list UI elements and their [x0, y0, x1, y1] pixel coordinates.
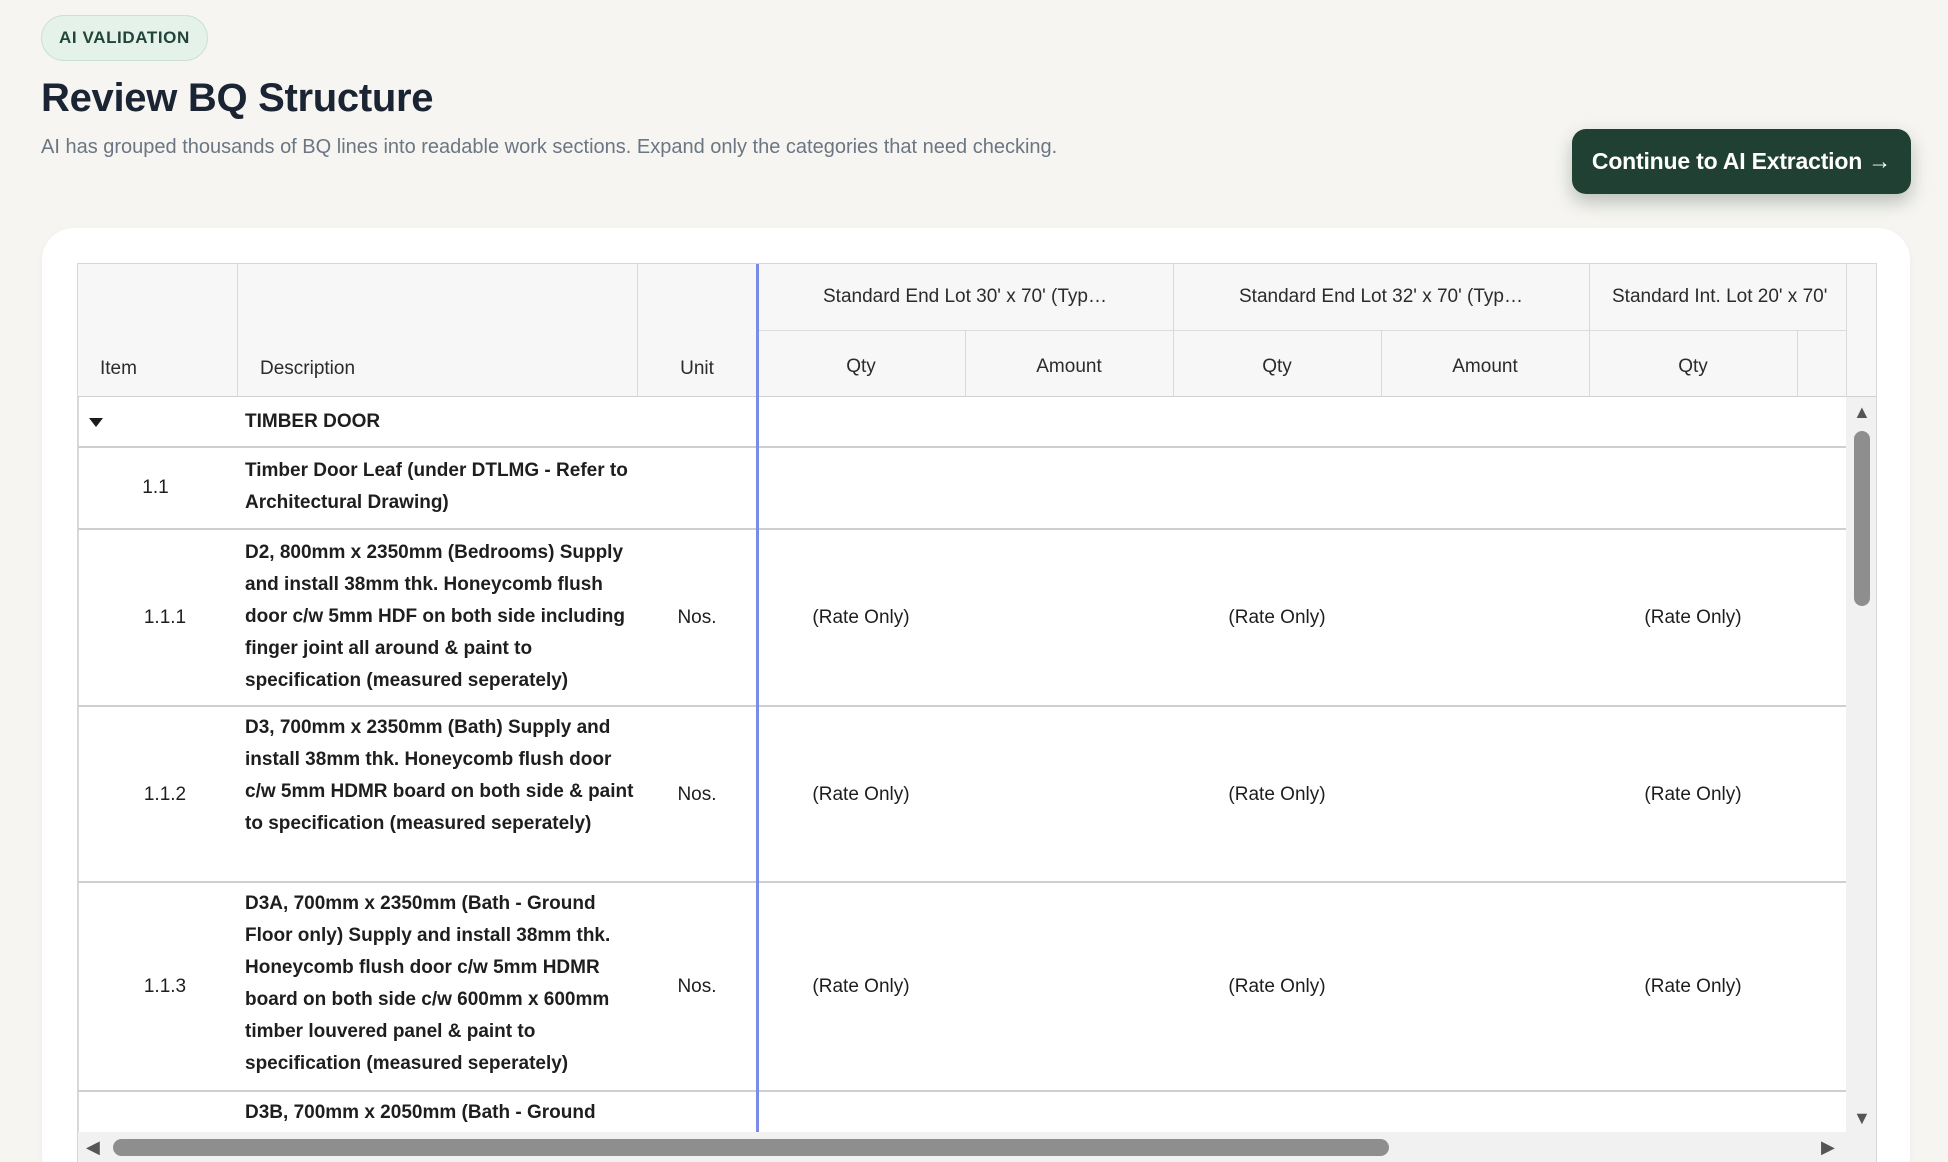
col-header-qty-2[interactable]: Qty	[1173, 352, 1381, 382]
row-item-number: 1.1	[142, 477, 169, 498]
row-description: Timber Door Leaf (under DTLMG - Refer to…	[245, 460, 628, 513]
row-item-number: 1.1.1	[143, 606, 187, 628]
page-subtitle: AI has grouped thousands of BQ lines int…	[41, 136, 1058, 158]
horizontal-scroll-thumb[interactable]	[113, 1139, 1389, 1156]
row-qty-1: (Rate Only)	[812, 783, 910, 805]
vertical-scrollbar[interactable]: ▲ ▼	[1846, 397, 1876, 1132]
horizontal-scrollbar[interactable]: ◀ ▶	[78, 1132, 1876, 1162]
vertical-scroll-thumb[interactable]	[1854, 431, 1870, 606]
scroll-down-arrow-icon[interactable]: ▼	[1853, 1109, 1871, 1127]
row-description: D3B, 700mm x 2050mm (Bath - Ground	[245, 1102, 596, 1123]
col-header-qty-1[interactable]: Qty	[757, 352, 965, 382]
col-group-header-2[interactable]: Standard End Lot 32' x 70' (Typ…	[1173, 282, 1589, 312]
row-qty-1: (Rate Only)	[812, 975, 910, 997]
page-title: Review BQ Structure	[41, 76, 434, 120]
continue-to-extraction-button[interactable]: Continue to AI Extraction →	[1572, 129, 1911, 194]
row-unit: Nos.	[677, 783, 717, 805]
frozen-column-divider[interactable]	[756, 264, 759, 1132]
scroll-up-arrow-icon[interactable]: ▲	[1853, 403, 1871, 421]
row-qty-1: (Rate Only)	[812, 606, 910, 628]
col-header-amount-2[interactable]: Amount	[1381, 352, 1589, 382]
bq-table-card: Item Description Unit Standard End Lot 3…	[42, 228, 1910, 1162]
col-group-header-1[interactable]: Standard End Lot 30' x 70' (Typ…	[757, 282, 1173, 312]
caret-down-icon	[89, 417, 103, 427]
scroll-right-arrow-icon[interactable]: ▶	[1821, 1138, 1835, 1156]
col-header-description[interactable]: Description	[260, 354, 355, 384]
row-unit: Nos.	[677, 975, 717, 997]
col-header-unit[interactable]: Unit	[637, 354, 757, 384]
row-qty-3: (Rate Only)	[1644, 975, 1742, 997]
row-description: D2, 800mm x 2350mm (Bedrooms) Supply and…	[245, 542, 625, 691]
row-item-number: 1.1.2	[143, 783, 187, 805]
bq-table-grid: Item Description Unit Standard End Lot 3…	[77, 263, 1877, 1162]
row-qty-2: (Rate Only)	[1228, 783, 1326, 805]
col-group-header-3[interactable]: Standard Int. Lot 20' x 70'	[1612, 282, 1827, 312]
section-title: TIMBER DOOR	[245, 411, 381, 432]
ai-validation-badge: AI VALIDATION	[41, 15, 208, 61]
row-item-number: 1.1.3	[143, 975, 187, 997]
scroll-left-arrow-icon[interactable]: ◀	[86, 1138, 100, 1156]
col-header-amount-1[interactable]: Amount	[965, 352, 1173, 382]
row-unit: Nos.	[677, 606, 717, 628]
row-description: D3A, 700mm x 2350mm (Bath - Ground Floor…	[245, 893, 611, 1074]
col-header-item[interactable]: Item	[100, 354, 137, 384]
row-qty-3: (Rate Only)	[1644, 783, 1742, 805]
row-qty-2: (Rate Only)	[1228, 606, 1326, 628]
row-qty-3: (Rate Only)	[1644, 606, 1742, 628]
col-header-qty-3[interactable]: Qty	[1589, 352, 1797, 382]
row-description: D3, 700mm x 2350mm (Bath) Supply and ins…	[245, 717, 634, 834]
row-qty-2: (Rate Only)	[1228, 975, 1326, 997]
section-collapse-toggle[interactable]	[83, 404, 109, 440]
